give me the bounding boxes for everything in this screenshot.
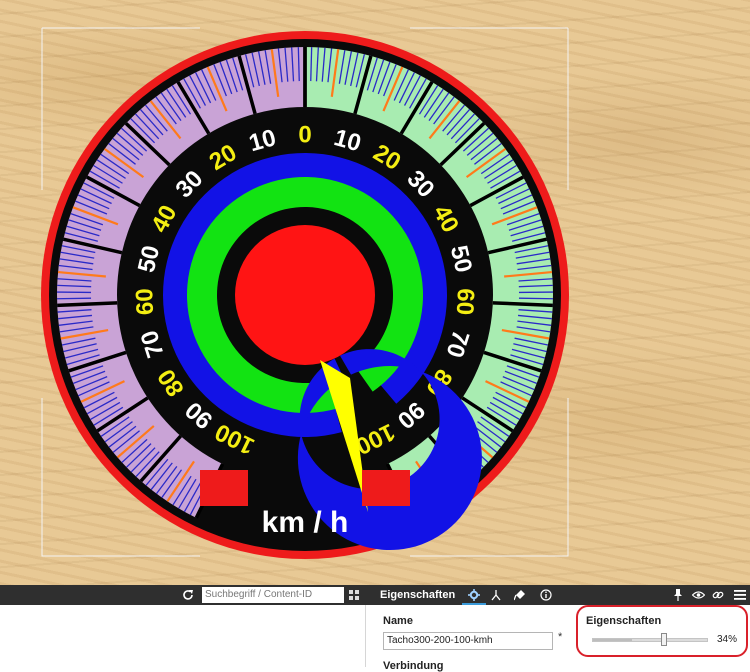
hierarchy-icon[interactable] [486, 585, 506, 605]
canvas-area: 0102030405060708090100102030405060708090… [0, 0, 750, 585]
pin-icon[interactable] [670, 585, 686, 605]
name-input[interactable]: Tacho300-200-100-kmh [383, 632, 553, 650]
unit-panel-right [362, 470, 410, 506]
scale-tick [57, 298, 91, 299]
eye-icon[interactable] [690, 585, 706, 605]
required-mark: * [558, 631, 562, 643]
gauge-hub [235, 225, 375, 365]
gear-icon[interactable] [464, 585, 484, 605]
scale-label-right: 60 [451, 288, 479, 316]
toolbar: Suchbegriff / Content-ID Eigenschaften [0, 585, 750, 605]
connection-label: Verbindung [383, 660, 444, 672]
scale-label-zero: 0 [298, 122, 311, 149]
info-icon[interactable] [536, 585, 556, 605]
refresh-icon[interactable] [180, 585, 196, 605]
speedometer-gauge[interactable]: 0102030405060708090100102030405060708090… [0, 0, 750, 585]
scale-tick [298, 47, 299, 81]
link-icon[interactable] [710, 585, 726, 605]
search-input[interactable]: Suchbegriff / Content-ID [202, 587, 344, 603]
name-label: Name [383, 615, 413, 627]
scale-tick [519, 298, 553, 299]
scale-label-left: 60 [131, 288, 159, 316]
menu-icon[interactable] [732, 585, 748, 605]
grid-icon[interactable] [347, 585, 361, 605]
brush-icon[interactable] [510, 585, 530, 605]
annotation-highlight [576, 605, 748, 657]
unit-panel-left [200, 470, 248, 506]
scale-tick [311, 47, 312, 81]
unit-label: km / h [262, 506, 349, 539]
content-list-pane [0, 605, 366, 667]
panel-title: Eigenschaften [380, 585, 455, 605]
